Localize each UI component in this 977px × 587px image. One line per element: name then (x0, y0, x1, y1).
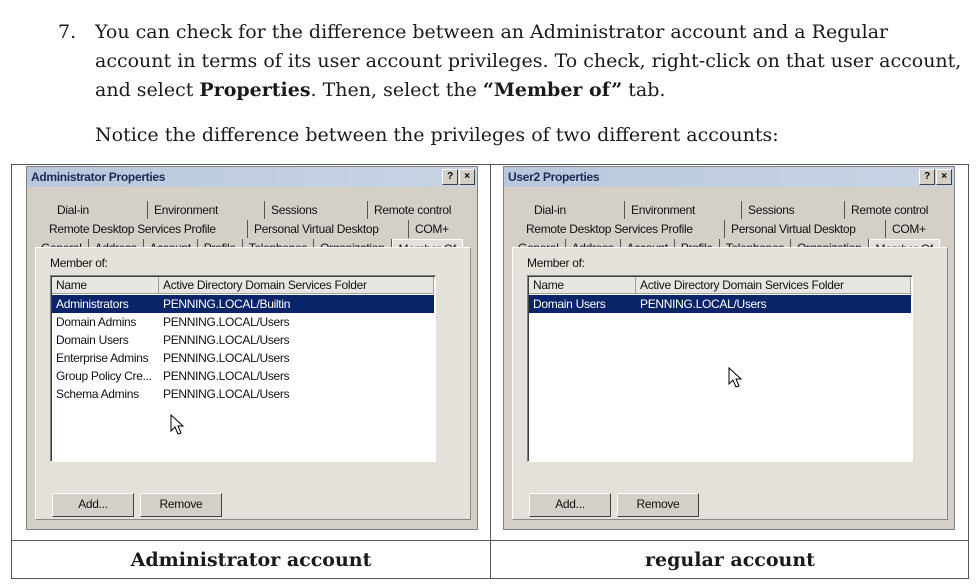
member-of-panel: Member of: Name Active Directory Domain … (35, 247, 471, 520)
list-item[interactable]: Domain Users PENNING.LOCAL/Users (529, 295, 911, 313)
step-text: You can check for the difference between… (95, 18, 965, 105)
dialog-title: Administrator Properties (31, 170, 166, 184)
list-item[interactable]: Administrators PENNING.LOCAL/Builtin (52, 295, 434, 313)
group-folder: PENNING.LOCAL/Users (163, 387, 290, 401)
member-of-label: Member of: (50, 256, 108, 270)
caption-left: Administrator account (130, 549, 372, 571)
notice-text: Notice the difference between the privil… (95, 124, 779, 146)
tab-personal-virtual-desktop[interactable]: Personal Virtual Desktop (248, 220, 409, 238)
help-button[interactable]: ? (442, 169, 458, 185)
table-divider (490, 165, 491, 578)
column-header-name[interactable]: Name (52, 277, 159, 294)
column-header-folder[interactable]: Active Directory Domain Services Folder (636, 277, 911, 294)
step-number: 7. (58, 21, 77, 43)
group-name: Domain Users (56, 333, 129, 347)
dialog-titlebar: Administrator Properties ? × (27, 167, 477, 187)
group-name: Domain Users (533, 297, 606, 311)
tab-rds-profile[interactable]: Remote Desktop Services Profile (520, 220, 725, 238)
groups-list[interactable]: Name Active Directory Domain Services Fo… (527, 275, 913, 462)
tab-rds-profile[interactable]: Remote Desktop Services Profile (43, 220, 248, 238)
mouse-pointer-icon (728, 367, 743, 388)
group-folder: PENNING.LOCAL/Users (163, 315, 290, 329)
help-button[interactable]: ? (919, 169, 935, 185)
step-bold-member-of: “Member of” (482, 79, 623, 101)
group-folder: PENNING.LOCAL/Users (163, 333, 290, 347)
close-button[interactable]: × (936, 169, 952, 185)
group-name: Domain Admins (56, 315, 137, 329)
group-folder: PENNING.LOCAL/Builtin (163, 297, 291, 311)
list-header: Name Active Directory Domain Services Fo… (52, 277, 434, 294)
group-name: Schema Admins (56, 387, 139, 401)
remove-button[interactable]: Remove (140, 493, 222, 517)
step-text-part: . Then, select the (310, 79, 483, 101)
caption-right: regular account (645, 549, 815, 571)
tab-com-plus[interactable]: COM+ (409, 220, 481, 238)
list-item[interactable]: Domain Users PENNING.LOCAL/Users (52, 331, 434, 349)
member-of-label: Member of: (527, 256, 585, 270)
tab-dial-in[interactable]: Dial-in (51, 201, 148, 219)
column-header-name[interactable]: Name (529, 277, 636, 294)
list-item[interactable]: Schema Admins PENNING.LOCAL/Users (52, 385, 434, 403)
remove-button[interactable]: Remove (617, 493, 699, 517)
close-button[interactable]: × (459, 169, 475, 185)
table-divider (12, 540, 968, 541)
groups-list[interactable]: Name Active Directory Domain Services Fo… (50, 275, 436, 462)
tab-environment[interactable]: Environment (148, 201, 265, 219)
group-folder: PENNING.LOCAL/Users (640, 297, 767, 311)
group-folder: PENNING.LOCAL/Users (163, 369, 290, 383)
tab-remote-control[interactable]: Remote control (368, 201, 490, 219)
add-button[interactable]: Add... (52, 493, 134, 517)
administrator-properties-dialog: Administrator Properties ? × Dial-in Env… (26, 166, 478, 530)
step-bold-properties: Properties (199, 79, 311, 101)
tab-row-1: Dial-in Environment Sessions Remote cont… (528, 201, 967, 219)
tab-row-2: Remote Desktop Services Profile Personal… (43, 220, 481, 238)
dialog-titlebar: User2 Properties ? × (504, 167, 954, 187)
step-text-part: tab. (622, 79, 666, 101)
tab-remote-control[interactable]: Remote control (845, 201, 967, 219)
list-item[interactable]: Group Policy Cre... PENNING.LOCAL/Users (52, 367, 434, 385)
group-name: Enterprise Admins (56, 351, 149, 365)
tab-com-plus[interactable]: COM+ (886, 220, 958, 238)
tab-sessions[interactable]: Sessions (265, 201, 368, 219)
tab-personal-virtual-desktop[interactable]: Personal Virtual Desktop (725, 220, 886, 238)
list-header: Name Active Directory Domain Services Fo… (529, 277, 911, 294)
member-of-panel: Member of: Name Active Directory Domain … (512, 247, 948, 520)
tab-sessions[interactable]: Sessions (742, 201, 845, 219)
column-header-folder[interactable]: Active Directory Domain Services Folder (159, 277, 434, 294)
tab-row-2: Remote Desktop Services Profile Personal… (520, 220, 958, 238)
list-item[interactable]: Domain Admins PENNING.LOCAL/Users (52, 313, 434, 331)
list-item[interactable]: Enterprise Admins PENNING.LOCAL/Users (52, 349, 434, 367)
tab-environment[interactable]: Environment (625, 201, 742, 219)
dialog-title: User2 Properties (508, 170, 600, 184)
add-button[interactable]: Add... (529, 493, 611, 517)
group-folder: PENNING.LOCAL/Users (163, 351, 290, 365)
group-name: Group Policy Cre... (56, 369, 152, 383)
tab-row-1: Dial-in Environment Sessions Remote cont… (51, 201, 490, 219)
mouse-pointer-icon (170, 414, 185, 435)
tab-dial-in[interactable]: Dial-in (528, 201, 625, 219)
user2-properties-dialog: User2 Properties ? × Dial-in Environment… (503, 166, 955, 530)
group-name: Administrators (56, 297, 129, 311)
